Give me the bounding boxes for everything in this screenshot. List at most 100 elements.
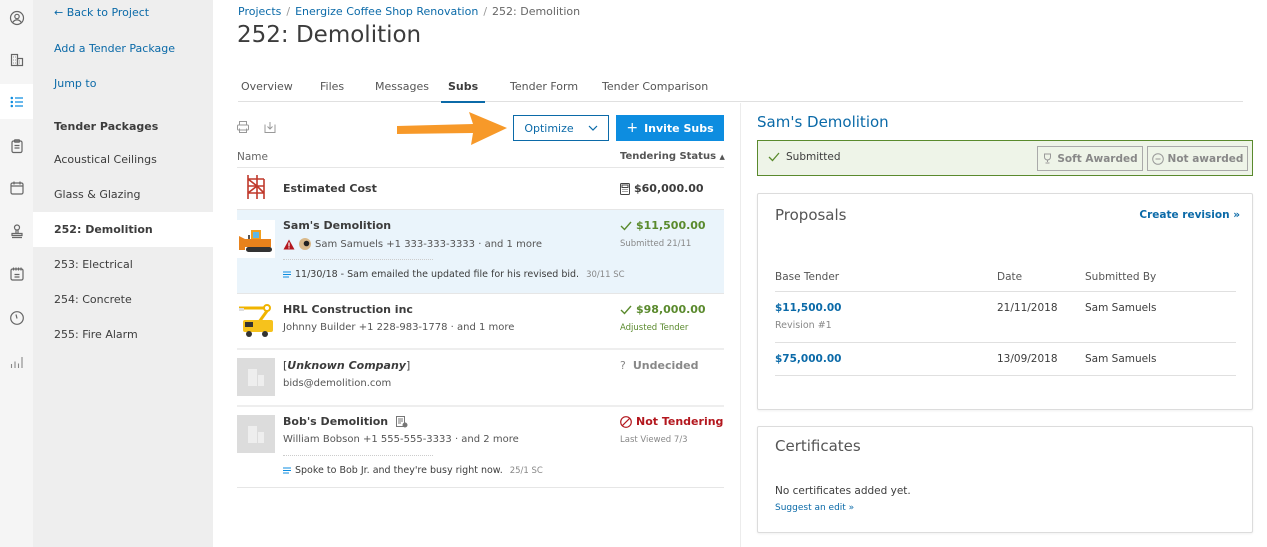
print-icon[interactable] bbox=[236, 120, 250, 134]
sub-status: Submitted 21/11 bbox=[620, 239, 692, 249]
create-revision-link[interactable]: Create revision » bbox=[1139, 209, 1240, 221]
rail-profile[interactable] bbox=[0, 0, 33, 35]
jump-to-link[interactable]: Jump to bbox=[54, 77, 96, 90]
tab-files[interactable]: Files bbox=[320, 80, 344, 102]
bulldozer-logo bbox=[237, 220, 275, 258]
clock-icon bbox=[9, 310, 24, 325]
sidenav-package-fire-alarm[interactable]: 255: Fire Alarm bbox=[33, 317, 213, 352]
add-tender-package-link[interactable]: Add a Tender Package bbox=[54, 42, 175, 55]
sub-note: 11/30/18 - Sam emailed the updated file … bbox=[283, 269, 625, 280]
building-icon bbox=[248, 369, 264, 386]
sub-note-meta: 30/11 SC bbox=[586, 269, 625, 280]
user-circle-icon bbox=[9, 10, 24, 25]
orange-arrow-annotation bbox=[397, 112, 507, 145]
note-icon bbox=[283, 466, 291, 474]
tab-messages[interactable]: Messages bbox=[375, 80, 429, 102]
breadcrumb-separator: / bbox=[483, 5, 488, 18]
not-allowed-icon bbox=[620, 415, 632, 428]
page-title: 252: Demolition bbox=[237, 22, 422, 48]
header-date: Date bbox=[997, 271, 1023, 283]
optimize-dropdown[interactable]: Optimize bbox=[513, 115, 609, 141]
sub-name[interactable]: Sam's Demolition bbox=[283, 219, 391, 232]
rail-reports[interactable] bbox=[0, 344, 33, 379]
invite-subs-button[interactable]: + Invite Subs bbox=[616, 115, 724, 141]
not-awarded-button[interactable]: Not awarded bbox=[1147, 146, 1248, 171]
divider bbox=[775, 291, 1236, 292]
proposal-amount[interactable]: $75,000.00 bbox=[775, 353, 841, 365]
sub-contact: Johnny Builder +1 228-983-1778 · and 1 m… bbox=[283, 322, 515, 333]
rail-schedule[interactable] bbox=[0, 256, 33, 291]
sub-amount-value: $98,000.00 bbox=[636, 303, 706, 316]
sort-ascending-icon: ▲ bbox=[719, 153, 725, 161]
sidenav-package-demolition[interactable]: 252: Demolition bbox=[33, 212, 213, 247]
tab-subs[interactable]: Subs bbox=[441, 80, 486, 103]
sub-amount: $98,000.00 bbox=[620, 303, 706, 316]
tendering-status-label: Tendering Status bbox=[620, 151, 717, 162]
bracket-close: ] bbox=[405, 359, 411, 372]
suggest-edit-link[interactable]: Suggest an edit » bbox=[775, 503, 854, 513]
certificate-icon bbox=[396, 415, 408, 427]
rail-calendar[interactable] bbox=[0, 170, 33, 205]
tab-tender-form[interactable]: Tender Form bbox=[510, 80, 578, 102]
crane-truck-logo bbox=[237, 302, 275, 340]
sub-amount-value: $11,500.00 bbox=[636, 219, 706, 232]
optimize-label: Optimize bbox=[524, 121, 574, 135]
rail-companies[interactable] bbox=[0, 42, 33, 77]
sidenav-package-electrical[interactable]: 253: Electrical bbox=[33, 247, 213, 282]
sub-row-hrl-construction[interactable]: HRL Construction inc Johnny Builder +1 2… bbox=[237, 294, 724, 348]
sub-name[interactable]: HRL Construction inc bbox=[283, 303, 413, 316]
estimated-cost-amount: $60,000.00 bbox=[620, 182, 704, 195]
sub-name[interactable]: [Unknown Company] bbox=[283, 359, 410, 372]
proposal-date: 21/11/2018 bbox=[997, 302, 1058, 314]
breadcrumb-project[interactable]: Energize Coffee Shop Renovation bbox=[295, 5, 478, 18]
buildings-icon bbox=[10, 53, 23, 66]
sub-row-bobs-demolition[interactable]: Bob's Demolition William Bobson +1 555-5… bbox=[237, 407, 724, 487]
sub-note-meta: 25/1 SC bbox=[509, 465, 543, 476]
sub-row-unknown-company[interactable]: [Unknown Company] bids@demolition.com ? … bbox=[237, 350, 724, 404]
proposal-revision: Revision #1 bbox=[775, 320, 832, 331]
download-icon[interactable] bbox=[263, 120, 277, 134]
sub-status-undecided: ? Undecided bbox=[620, 359, 698, 372]
calendar-icon bbox=[9, 181, 24, 195]
sub-status: Last Viewed 7/3 bbox=[620, 435, 688, 445]
sub-note: Spoke to Bob Jr. and they're busy right … bbox=[283, 465, 543, 476]
tab-overview[interactable]: Overview bbox=[241, 80, 293, 102]
status-label: Submitted bbox=[768, 151, 841, 163]
rail-tenders[interactable] bbox=[0, 84, 33, 119]
back-to-project-link[interactable]: ← Back to Project bbox=[54, 6, 149, 19]
breadcrumb-projects[interactable]: Projects bbox=[238, 5, 281, 18]
column-header-name[interactable]: Name bbox=[237, 151, 268, 163]
sidenav-package-concrete[interactable]: 254: Concrete bbox=[33, 282, 213, 317]
check-icon bbox=[620, 305, 632, 315]
divider bbox=[283, 259, 433, 260]
unknown-company-name: Unknown Company bbox=[287, 359, 406, 372]
sub-name[interactable]: Bob's Demolition bbox=[283, 415, 408, 428]
certificates-card: Certificates No certificates added yet. … bbox=[757, 426, 1253, 533]
proposal-submitted-by: Sam Samuels bbox=[1085, 353, 1157, 365]
chevron-down-icon bbox=[588, 125, 598, 131]
sidenav-package-glass-glazing[interactable]: Glass & Glazing bbox=[33, 177, 213, 212]
rail-history[interactable] bbox=[0, 300, 33, 335]
column-header-tendering-status[interactable]: Tendering Status ▲ bbox=[620, 151, 725, 162]
proposal-amount[interactable]: $11,500.00 bbox=[775, 302, 841, 314]
estimated-cost-value: $60,000.00 bbox=[634, 182, 704, 195]
sub-row-sams-demolition[interactable]: Sam's Demolition Sam Samuels +1 333-333-… bbox=[237, 210, 724, 293]
plus-icon: + bbox=[626, 120, 639, 136]
not-awarded-label: Not awarded bbox=[1167, 152, 1244, 165]
rail-tasks[interactable] bbox=[0, 128, 33, 163]
minus-circle-icon bbox=[1151, 152, 1164, 165]
soft-awarded-button[interactable]: Soft Awarded bbox=[1037, 146, 1143, 171]
clipboard-icon bbox=[10, 138, 23, 153]
invite-subs-label: Invite Subs bbox=[644, 121, 714, 135]
breadcrumb-current: 252: Demolition bbox=[492, 5, 581, 18]
rail-approvals[interactable] bbox=[0, 213, 33, 248]
divider bbox=[283, 455, 433, 456]
sub-note-text: 11/30/18 - Sam emailed the updated file … bbox=[295, 269, 580, 280]
sidenav-package-acoustical-ceilings[interactable]: Acoustical Ceilings bbox=[33, 142, 213, 177]
tab-tender-comparison[interactable]: Tender Comparison bbox=[602, 80, 708, 102]
side-nav: ← Back to Project Add a Tender Package J… bbox=[33, 0, 213, 547]
warning-icon bbox=[283, 239, 295, 249]
schedule-icon bbox=[9, 267, 24, 281]
proposal-date: 13/09/2018 bbox=[997, 353, 1058, 365]
sub-note-text: Spoke to Bob Jr. and they're busy right … bbox=[295, 465, 503, 476]
